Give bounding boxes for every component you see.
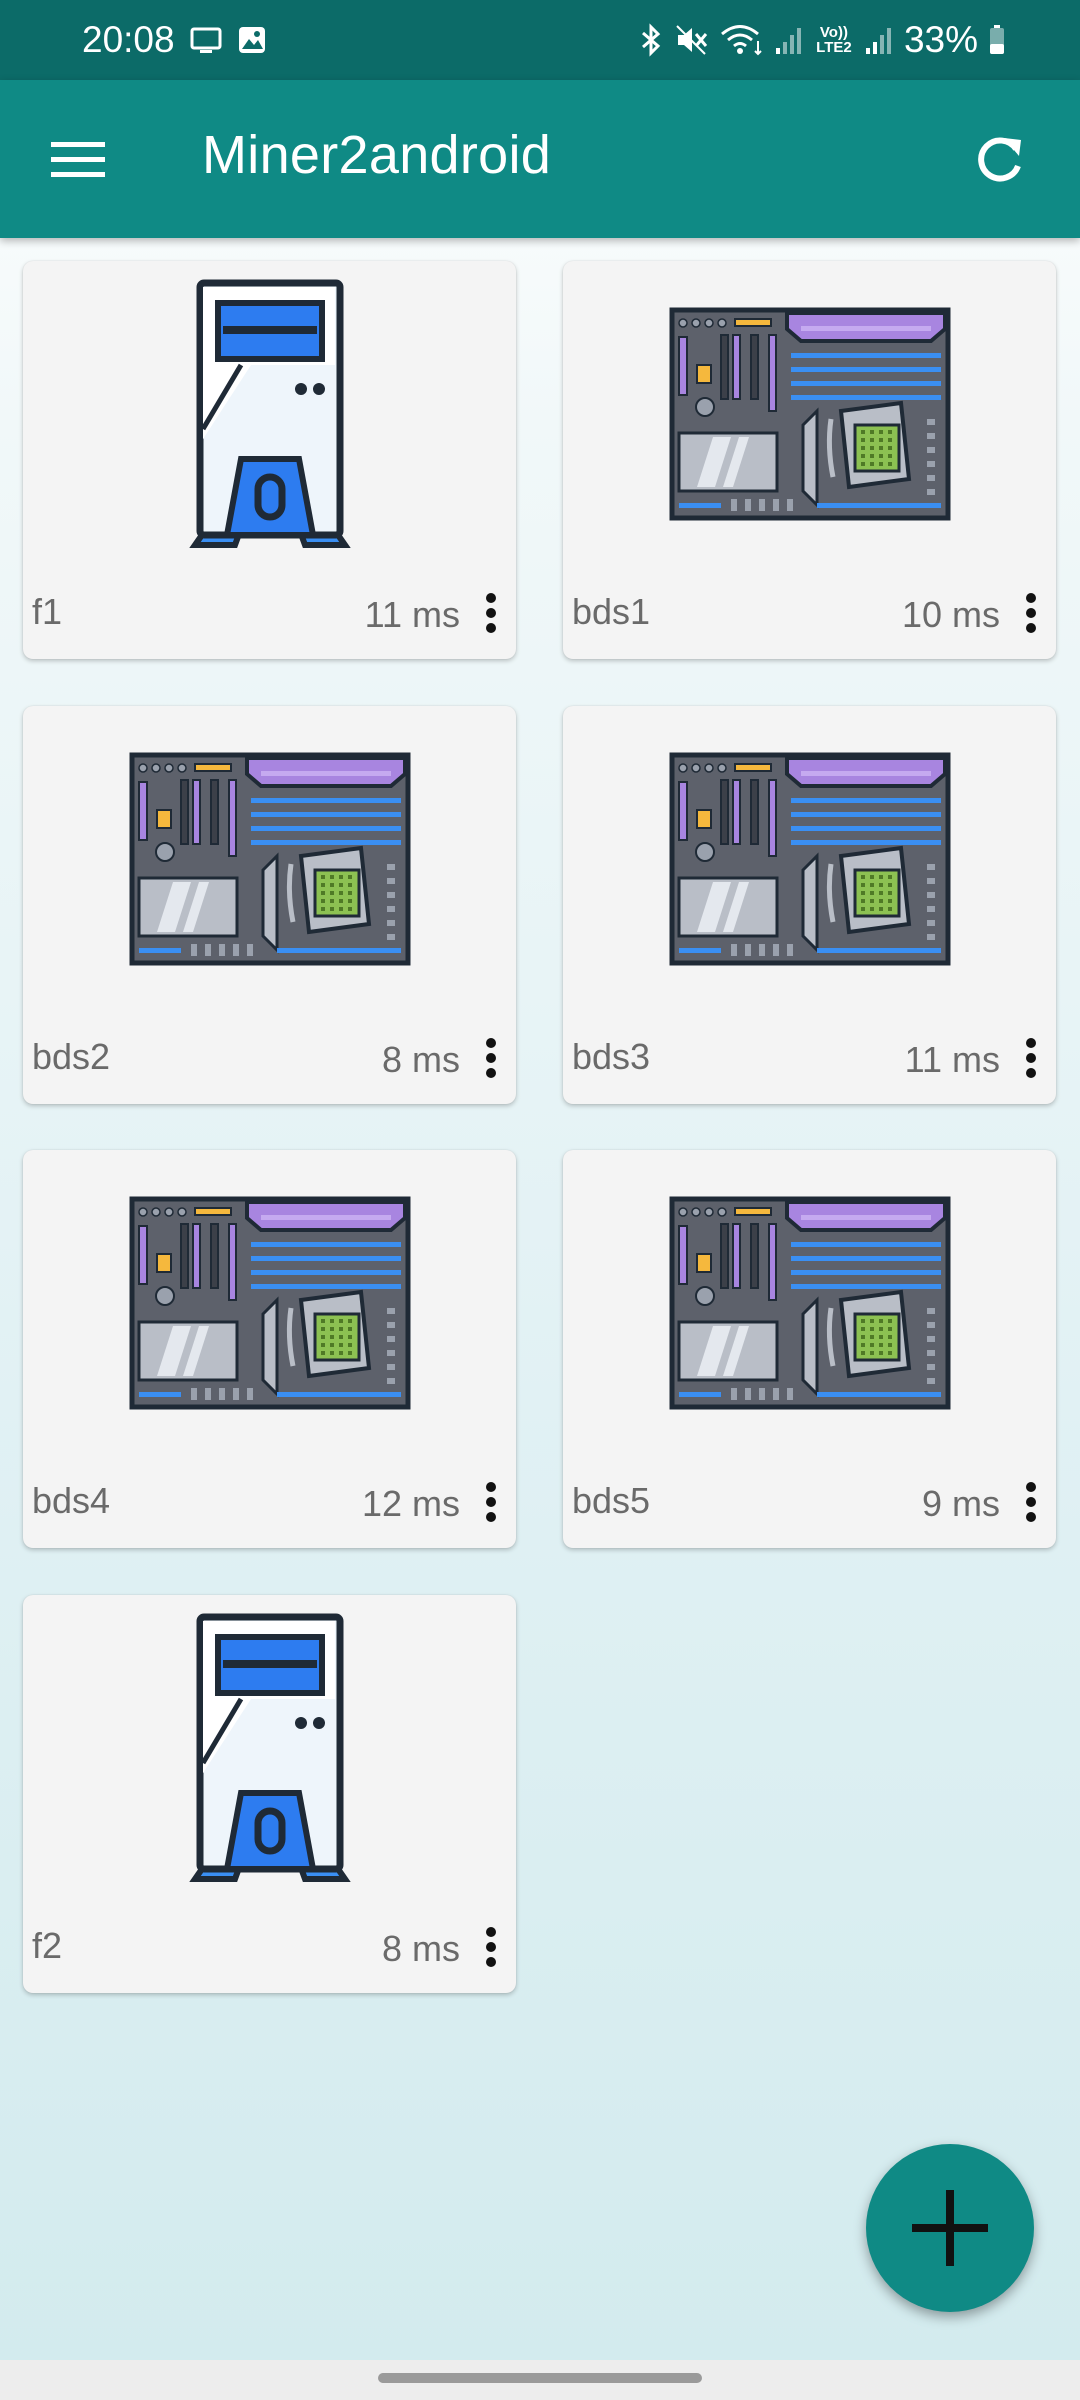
miner-name: bds2 bbox=[32, 1036, 111, 1077]
pc-tower-icon bbox=[23, 1613, 516, 1883]
add-miner-button[interactable] bbox=[866, 2144, 1034, 2312]
signal-icon bbox=[774, 24, 804, 56]
app-bar: Miner2android bbox=[0, 80, 1080, 238]
more-options-icon[interactable] bbox=[480, 1925, 502, 1969]
miner-name: f1 bbox=[32, 591, 63, 632]
hamburger-menu-icon bbox=[51, 142, 105, 177]
miner-card[interactable]: f1 11 ms bbox=[23, 261, 516, 659]
miner-name: bds1 bbox=[572, 591, 651, 632]
navigation-handle[interactable] bbox=[378, 2373, 702, 2383]
miner-latency: 8 ms bbox=[381, 1039, 460, 1080]
miner-latency: 11 ms bbox=[904, 1039, 1000, 1080]
miner-card[interactable]: bds4 12 ms bbox=[23, 1150, 516, 1548]
pc-tower-icon bbox=[23, 279, 516, 549]
cast-screen-icon bbox=[189, 25, 223, 55]
app-title: Miner2android bbox=[202, 125, 552, 185]
miner-latency: 9 ms bbox=[921, 1483, 1000, 1524]
miner-name: bds4 bbox=[32, 1480, 111, 1521]
motherboard-icon bbox=[563, 279, 1056, 549]
miner-card[interactable]: bds5 9 ms bbox=[563, 1150, 1056, 1548]
more-options-icon[interactable] bbox=[480, 1036, 502, 1080]
miner-name: bds3 bbox=[572, 1036, 651, 1077]
status-time: 20:08 bbox=[82, 19, 175, 60]
more-options-icon[interactable] bbox=[1020, 591, 1042, 635]
status-right: Vo)) LTE2 33% bbox=[638, 19, 1006, 61]
miner-name: f2 bbox=[32, 1925, 63, 1966]
status-bar: 20:08 Vo)) LTE2 33% bbox=[0, 0, 1080, 80]
motherboard-icon bbox=[23, 724, 516, 994]
more-options-icon[interactable] bbox=[480, 1480, 502, 1524]
miner-card[interactable]: f2 8 ms bbox=[23, 1595, 516, 1993]
volte-label: Vo)) LTE2 bbox=[816, 24, 852, 56]
miner-latency: 8 ms bbox=[381, 1928, 460, 1969]
miner-latency: 10 ms bbox=[901, 594, 1000, 635]
more-options-icon[interactable] bbox=[1020, 1480, 1042, 1524]
bluetooth-icon bbox=[638, 23, 664, 57]
plus-icon bbox=[912, 2190, 988, 2266]
mute-icon bbox=[674, 23, 710, 57]
signal-2-icon bbox=[864, 24, 894, 56]
motherboard-icon bbox=[23, 1168, 516, 1438]
status-left: 20:08 bbox=[82, 19, 267, 61]
refresh-icon bbox=[978, 137, 1021, 182]
motherboard-icon bbox=[563, 724, 1056, 994]
battery-icon bbox=[988, 24, 1006, 56]
miner-name: bds5 bbox=[572, 1480, 651, 1521]
menu-button[interactable] bbox=[38, 120, 118, 200]
motherboard-icon bbox=[563, 1168, 1056, 1438]
more-options-icon[interactable] bbox=[1020, 1036, 1042, 1080]
more-options-icon[interactable] bbox=[480, 591, 502, 635]
miner-card[interactable]: bds3 11 ms bbox=[563, 706, 1056, 1104]
wifi-icon bbox=[720, 23, 764, 57]
refresh-button[interactable] bbox=[958, 118, 1042, 202]
miner-latency: 11 ms bbox=[364, 594, 460, 635]
miner-latency: 12 ms bbox=[361, 1483, 460, 1524]
miner-card[interactable]: bds1 10 ms bbox=[563, 261, 1056, 659]
miner-card[interactable]: bds2 8 ms bbox=[23, 706, 516, 1104]
battery-percent: 33% bbox=[903, 19, 978, 60]
gallery-icon bbox=[237, 25, 267, 55]
